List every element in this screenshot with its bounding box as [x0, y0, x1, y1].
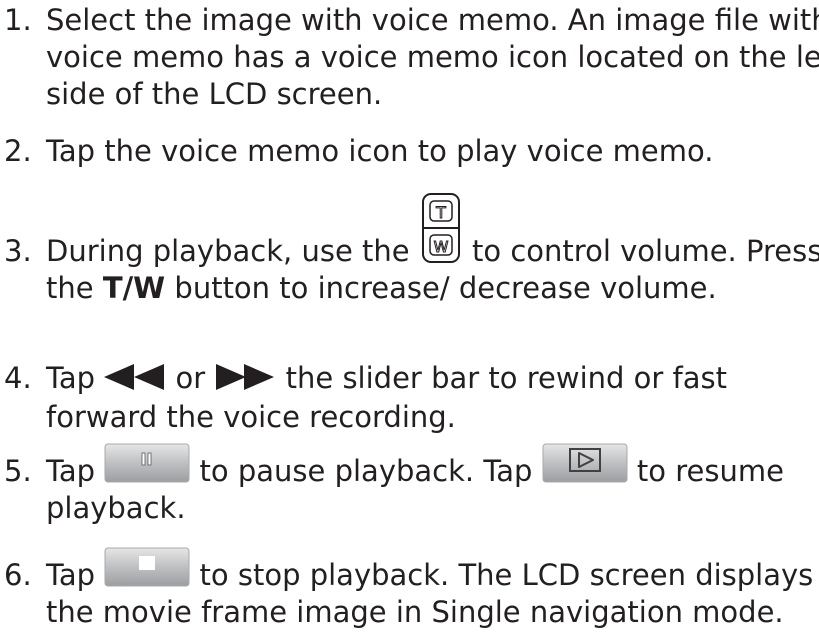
step-number: 4.: [4, 361, 32, 395]
stop-button-icon: [104, 547, 190, 587]
fast-forward-icon: [214, 362, 276, 399]
tw-button-label: T/W: [102, 271, 166, 305]
step-number: 1.: [4, 3, 32, 37]
step-5: 5. Tap to pause playback. Tap to resume …: [4, 443, 816, 527]
step-number: 3.: [4, 234, 32, 268]
step-text: Tap: [46, 558, 96, 592]
step-6: 6. Tap to stop playback. The LCD screen d…: [4, 547, 816, 631]
step-3: 3. During playback, use the T W to contro…: [4, 193, 819, 307]
step-text: forward the voice recording.: [46, 400, 456, 434]
play-button-icon: [542, 443, 628, 483]
tw-zoom-button-icon: T W: [421, 193, 461, 264]
step-text: side of the LCD screen.: [46, 77, 383, 111]
step-text: Tap: [46, 361, 96, 395]
step-number: 2.: [4, 134, 32, 168]
step-4: 4. Tap or the slider bar to rewind or fas…: [4, 360, 816, 436]
step-text: During playback, use the: [46, 234, 410, 268]
step-number: 6.: [4, 558, 32, 592]
step-text: to stop playback. The LCD screen display…: [199, 558, 814, 592]
step-text: Tap: [46, 454, 96, 488]
step-text: to resume: [636, 454, 784, 488]
rewind-icon: [104, 362, 166, 399]
step-2: 2. Tap the voice memo icon to play voice …: [4, 133, 816, 170]
step-text: or: [175, 361, 206, 395]
step-text: the movie frame image in Single navigati…: [46, 595, 784, 629]
step-number: 5.: [4, 454, 32, 488]
step-text: to pause playback. Tap: [199, 454, 533, 488]
step-text: voice memo has a voice memo icon located…: [46, 40, 819, 74]
step-text: the: [46, 271, 94, 305]
svg-text:W: W: [433, 238, 448, 256]
step-text: playback.: [46, 491, 186, 525]
step-text: Select the image with voice memo. An ima…: [46, 3, 819, 37]
step-text: the slider bar to rewind or fast: [285, 361, 727, 395]
pause-button-icon: [104, 443, 190, 483]
step-text: Tap the voice memo icon to play voice me…: [46, 134, 714, 168]
step-text: to control volume. Press: [472, 234, 819, 268]
svg-text:T: T: [435, 203, 446, 222]
step-1: 1. Select the image with voice memo. An i…: [4, 2, 819, 113]
step-text: button to increase/ decrease volume.: [174, 271, 717, 305]
